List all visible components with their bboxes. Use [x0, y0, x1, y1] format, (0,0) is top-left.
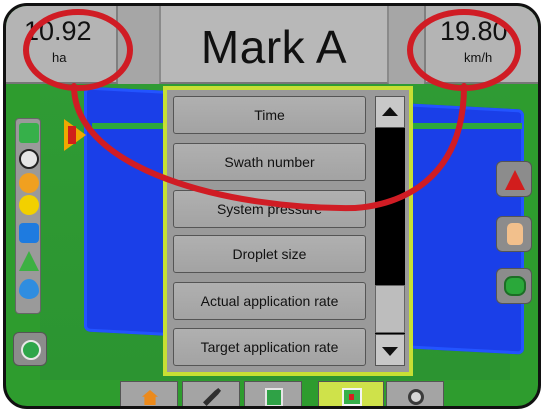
tab-mark[interactable] — [318, 381, 384, 406]
tab-camera[interactable] — [386, 381, 444, 406]
home-icon — [142, 390, 158, 405]
menu-item-droplet-size[interactable]: Droplet size — [173, 235, 366, 273]
north-arrow-icon — [505, 170, 525, 190]
menu-item-swath-number[interactable]: Swath number — [173, 143, 366, 181]
camera-icon — [408, 389, 424, 405]
title-panel: Mark A — [159, 6, 389, 84]
area-unit: ha — [52, 50, 67, 65]
map-icon — [504, 276, 526, 296]
menu-item-time[interactable]: Time — [173, 96, 366, 134]
status-selection-menu: Time Swath number System pressure Drople… — [163, 86, 413, 376]
droplet-icon — [19, 279, 39, 299]
boom-section — [68, 126, 76, 144]
speed-unit: km/h — [464, 50, 493, 65]
menu-item-actual-rate[interactable]: Actual application rate — [173, 282, 366, 320]
boom-icon — [19, 123, 39, 143]
scroll-up-button[interactable] — [375, 96, 405, 128]
guidance-icon — [265, 388, 283, 406]
arrow-up-icon — [382, 107, 398, 116]
app-screen: 10.92 ha Mark A 19.80 km/h Time Swath nu… — [3, 3, 541, 409]
hand-icon — [507, 223, 523, 245]
tab-tools[interactable] — [182, 381, 240, 406]
link-button[interactable] — [13, 332, 47, 366]
nozzle-icon — [19, 195, 39, 215]
menu-item-target-rate[interactable]: Target application rate — [173, 328, 366, 366]
mark-icon — [342, 388, 362, 406]
speed-panel[interactable]: 19.80 km/h — [424, 6, 538, 84]
warning-icon — [19, 173, 39, 193]
page-title: Mark A — [200, 21, 348, 73]
link-icon — [21, 340, 41, 360]
section-icon — [19, 149, 39, 169]
tab-guidance[interactable] — [244, 381, 302, 406]
area-panel[interactable]: 10.92 ha — [6, 6, 118, 84]
scroll-down-button[interactable] — [375, 334, 405, 366]
tab-home[interactable] — [120, 381, 178, 406]
tilt-icon — [19, 223, 39, 243]
pan-button[interactable] — [496, 216, 532, 252]
menu-item-system-pressure[interactable]: System pressure — [173, 190, 366, 228]
area-value: 10.92 — [24, 16, 92, 46]
orientation-button[interactable] — [496, 161, 532, 197]
guidance-triangle-icon — [19, 251, 39, 271]
top-bar-spacer — [118, 6, 159, 84]
scrollbar-thumb[interactable] — [375, 285, 405, 333]
arrow-down-icon — [382, 347, 398, 356]
speed-value: 19.80 — [440, 16, 508, 46]
boom-status-strip[interactable] — [15, 118, 41, 314]
tools-icon — [203, 388, 221, 406]
map-view-button[interactable] — [496, 268, 532, 304]
